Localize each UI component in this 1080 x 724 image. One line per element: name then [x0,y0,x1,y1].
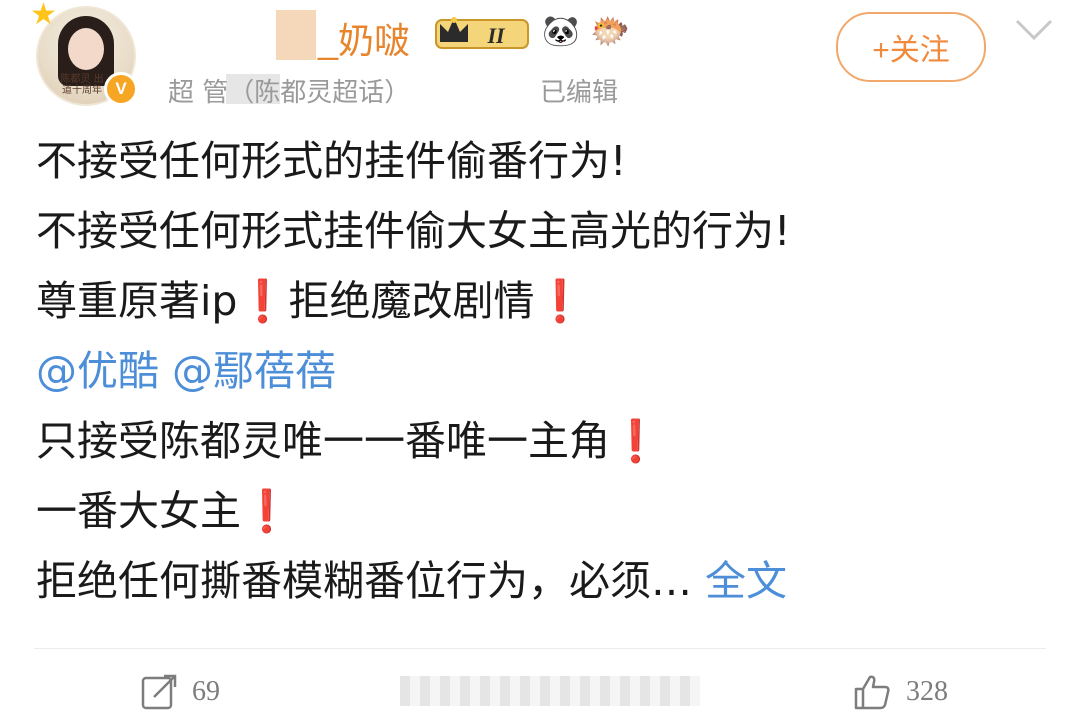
post-text: 不接受任何形式的挂件偷番行为! [36,137,627,185]
exclamation-icon: ❗ [237,277,289,325]
post-line: 尊重原著ip❗拒绝魔改剧情❗ [36,266,790,336]
follow-button[interactable]: +关注 [836,12,986,82]
repost-button[interactable]: 69 [140,666,220,718]
thumbs-up-icon [854,675,890,710]
post-text: 拒绝魔改剧情 [288,277,535,325]
mention-link[interactable]: @鄢蓓蓓 [172,347,336,395]
post-line: 只接受陈都灵唯一一番唯一主角❗ [36,406,790,476]
repost-count: 69 [192,676,220,707]
post-text: 只接受陈都灵唯一一番唯一主角 [36,417,610,465]
comment-button-obscured[interactable] [400,676,700,706]
post-text: 不接受任何形式挂件偷大女主高光的行为! [36,207,791,255]
avatar-face [68,28,104,70]
crown-level-icon: II [435,17,529,49]
divider [34,648,1046,649]
post-line: @优酷 @鄢蓓蓓 [36,336,790,406]
redacted-name-block [276,10,316,60]
like-button[interactable]: 328 [852,666,948,718]
post-source[interactable]: 超 管（陈都灵超话） [168,72,410,109]
chevron-down-icon[interactable] [1014,18,1054,42]
star-icon: ★ [30,0,57,32]
fish-icon: 🐡 [590,12,630,50]
exclamation-icon: ❗ [610,417,662,465]
level-badge-text: II [486,23,506,48]
exclamation-icon: ❗ [534,277,586,325]
post-text: 一番大女主 [36,487,241,535]
post-line: 一番大女主❗ [36,476,790,546]
verified-icon: V [104,72,138,106]
edited-label: 已编辑 [540,78,619,108]
expand-full-text-link[interactable]: 全文 [705,557,787,605]
post-body: 不接受任何形式的挂件偷番行为! 不接受任何形式挂件偷大女主高光的行为! 尊重原著… [36,126,790,616]
post-line: 不接受任何形式的挂件偷番行为! [36,126,790,196]
post-text: 拒绝任何撕番模糊番位行为，必须… [36,557,692,605]
post-line: 不接受任何形式挂件偷大女主高光的行为! [36,196,790,266]
avatar-caption: 陈都灵 出道十周年 [60,74,104,96]
like-count: 328 [906,676,948,707]
exclamation-icon: ❗ [241,487,293,535]
post-line: 拒绝任何撕番模糊番位行为，必须… 全文 [36,546,790,616]
post-text: 尊重原著ip [36,277,238,325]
username[interactable]: _奶啵 [318,12,410,64]
weibo-post-card: 陈都灵 出道十周年 ★ V _奶啵 II 🐼 🐡 +关注 超 管（陈都灵超话） … [0,0,1080,724]
repost-icon [141,674,177,710]
panda-icon: 🐼 [542,14,580,49]
mention-link[interactable]: @优酷 [36,347,159,395]
